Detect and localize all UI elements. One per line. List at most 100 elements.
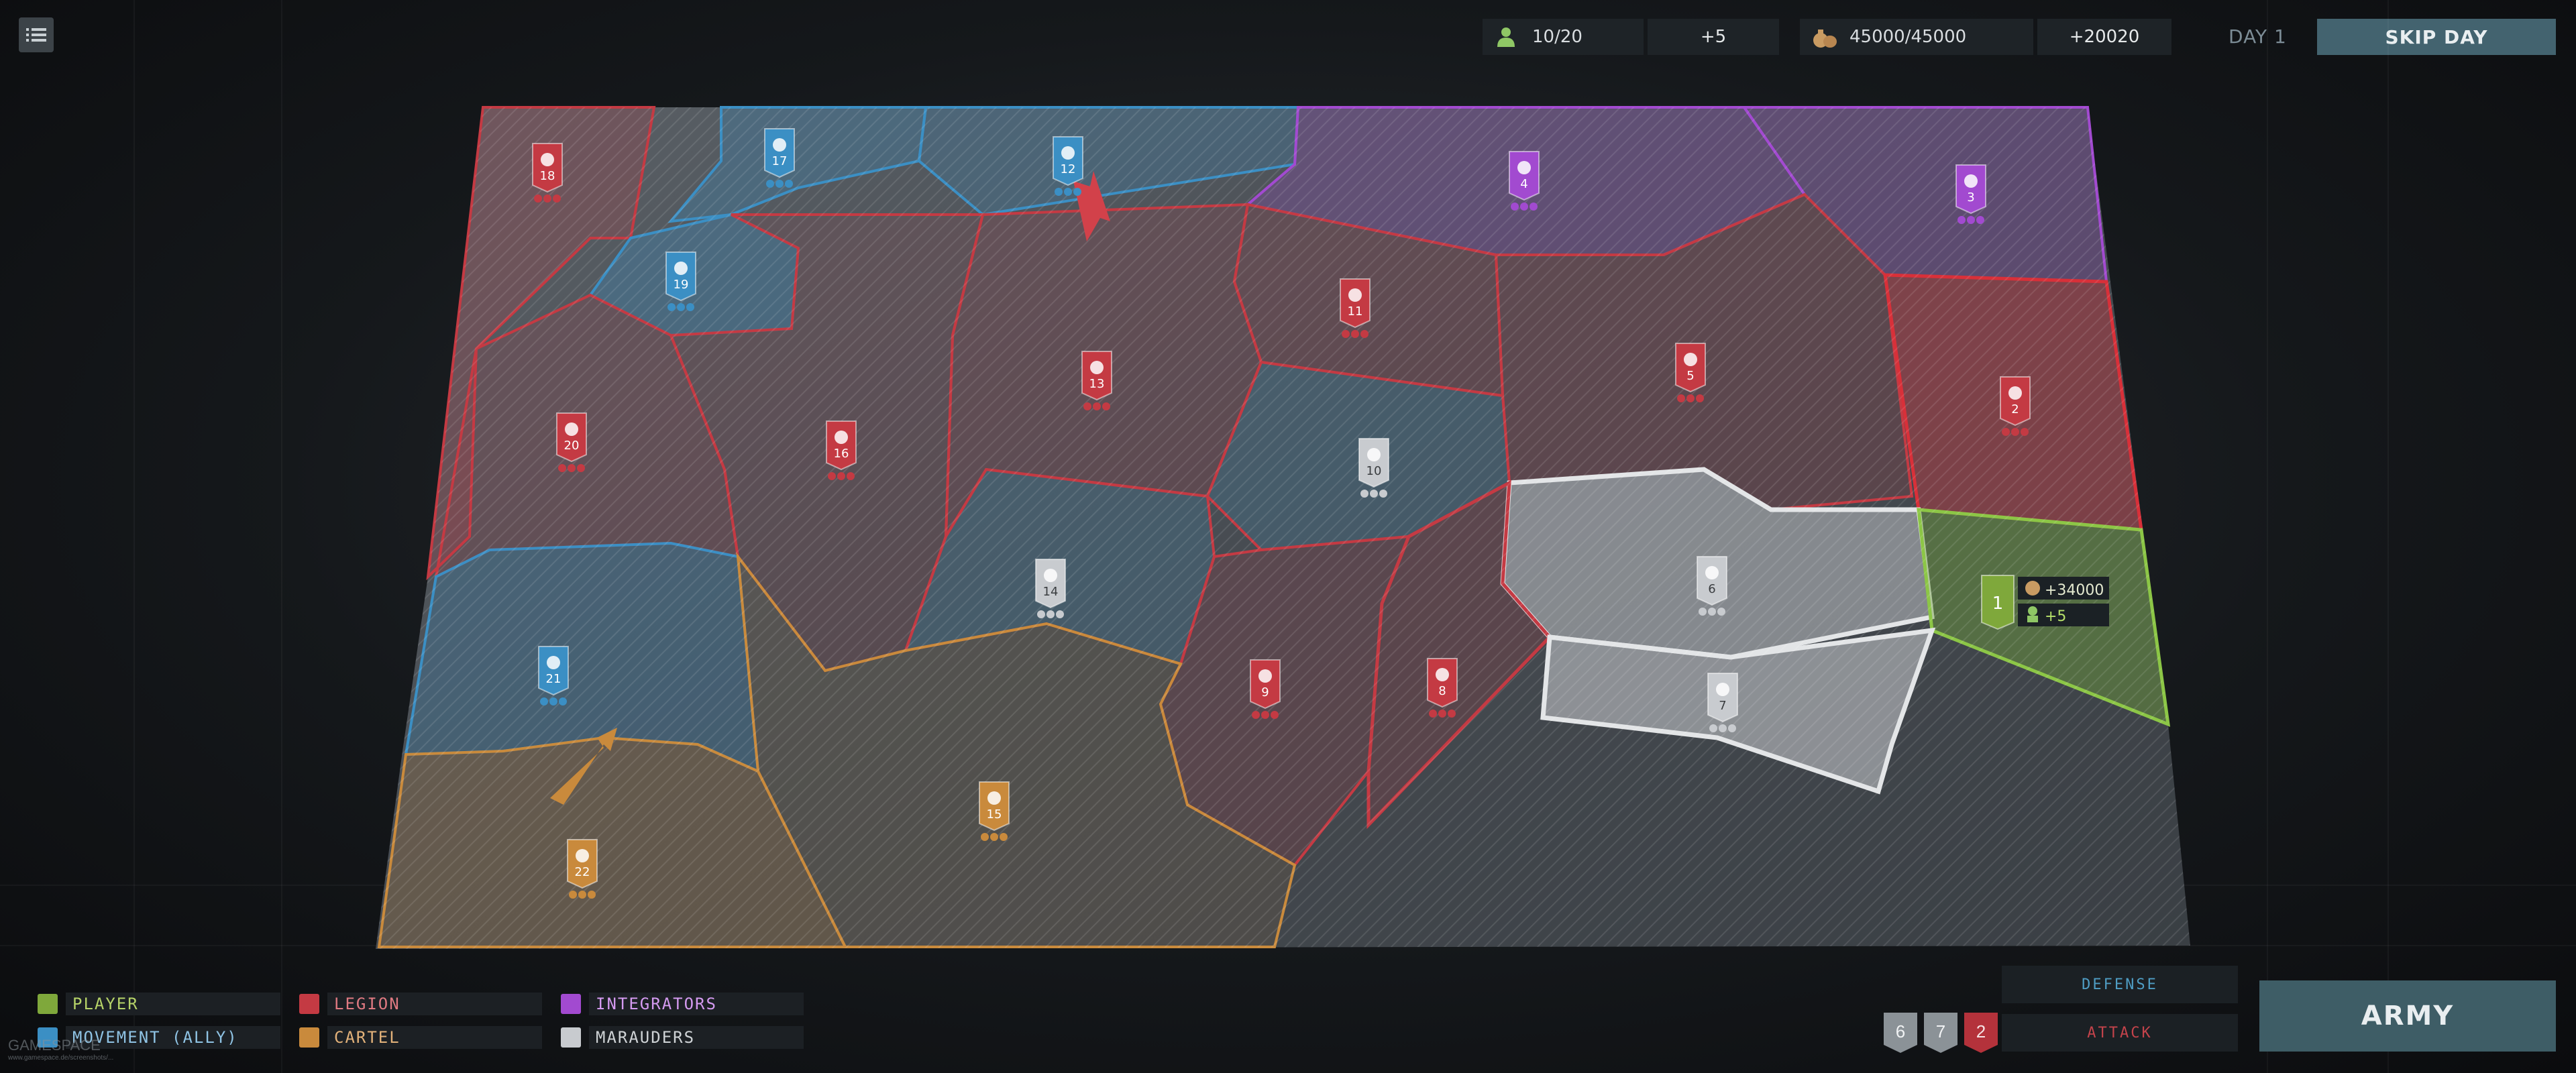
faction-banner-icon <box>1035 559 1066 609</box>
attack-card[interactable]: 6 <box>1884 1013 1917 1053</box>
cartel-emblem-icon <box>987 791 1001 805</box>
legend-player: PLAYER <box>38 993 280 1015</box>
attack-slot[interactable]: ATTACK <box>2002 1014 2238 1052</box>
region-number: 9 <box>1261 685 1269 699</box>
faction-banner-icon <box>2000 376 2031 427</box>
faction-banner-icon <box>826 420 857 471</box>
faction-banner-icon <box>532 143 563 193</box>
unit-pip <box>1073 188 1081 196</box>
legend-cartel: CARTEL <box>299 1026 542 1049</box>
unit-pip <box>1696 394 1704 402</box>
faction-banner-icon <box>556 412 587 463</box>
unit-pip <box>1529 203 1538 211</box>
unit-pip <box>568 464 576 472</box>
region-number: 2 <box>2011 402 2019 416</box>
legend-legion: LEGION <box>299 993 542 1015</box>
region-number: 17 <box>772 154 788 168</box>
movement-emblem-icon <box>674 262 688 275</box>
faction-banner-icon <box>1427 658 1458 708</box>
region-number: 15 <box>987 807 1002 822</box>
faction-banner-icon <box>1081 351 1112 401</box>
unit-pip <box>1717 608 1725 616</box>
faction-banner-icon <box>764 128 795 178</box>
unit-pip <box>1056 610 1064 618</box>
region-marker-1[interactable]: 1 <box>1981 575 2015 630</box>
region-number: 5 <box>1686 369 1694 383</box>
soldier-icon <box>2028 606 2037 616</box>
hood-icon <box>561 1027 581 1048</box>
unit-pip <box>540 697 548 705</box>
region-number: 3 <box>1967 190 1974 205</box>
unit-pip <box>558 464 566 472</box>
legion-emblem-icon <box>1258 669 1272 683</box>
unit-pip <box>785 180 793 188</box>
unit-pip <box>1967 216 1975 224</box>
region-number: 6 <box>1708 582 1715 596</box>
faction-banner-icon <box>665 251 696 302</box>
region-number: 4 <box>1520 177 1527 191</box>
unit-pip <box>1261 711 1269 719</box>
unit-pip <box>1728 724 1736 732</box>
faction-banner-icon <box>1955 164 1986 215</box>
unit-pip <box>559 697 567 705</box>
watermark-url: www.gamespace.de/screenshots/... <box>8 1054 114 1062</box>
unit-pip <box>990 833 998 841</box>
unit-pip <box>1342 330 1350 338</box>
unit-pip <box>1379 490 1387 498</box>
unit-pip <box>1686 394 1695 402</box>
unit-pip <box>1271 711 1279 719</box>
attack-card[interactable]: 7 <box>1924 1013 1957 1053</box>
region-number: 11 <box>1348 304 1363 319</box>
region-number: 22 <box>575 865 590 879</box>
unit-pip <box>1699 608 1707 616</box>
army-button[interactable]: ARMY <box>2259 980 2556 1052</box>
unit-pip <box>1360 330 1368 338</box>
unit-pip <box>2021 428 2029 436</box>
unit-pip <box>847 472 855 480</box>
unit-pip <box>1055 188 1063 196</box>
unit-pip <box>1000 833 1008 841</box>
marauders-emblem-icon <box>1716 683 1729 696</box>
faction-banner-icon <box>1509 151 1540 201</box>
region-number: 21 <box>546 672 561 686</box>
unit-pip <box>588 891 596 899</box>
unit-pip <box>1037 610 1045 618</box>
unit-pip <box>1976 216 1984 224</box>
unit-pip <box>1719 724 1727 732</box>
unit-pip <box>577 464 585 472</box>
legion-emblem-icon <box>1684 353 1697 366</box>
unit-pip <box>2002 428 2010 436</box>
region-number: 14 <box>1043 585 1059 599</box>
region-hatch <box>376 107 2190 949</box>
unit-pip <box>1677 394 1685 402</box>
marauders-emblem-icon <box>1367 448 1381 461</box>
legion-emblem-icon <box>2008 386 2022 400</box>
unit-pip <box>1093 402 1101 410</box>
unit-pip <box>2011 428 2019 436</box>
unit-pip <box>828 472 836 480</box>
territories <box>376 106 2190 949</box>
movement-emblem-icon <box>547 656 560 669</box>
watermark-brand: GAMESPACE <box>8 1037 101 1054</box>
player-units-gain: +5 <box>2045 608 2066 625</box>
skull-icon <box>299 994 319 1014</box>
marauders-emblem-icon <box>1044 569 1057 582</box>
faction-banner-icon <box>538 646 569 696</box>
unit-pip <box>677 303 685 311</box>
unit-pip <box>766 180 774 188</box>
attack-card[interactable]: 2 <box>1964 1013 1998 1053</box>
unit-pip <box>1448 710 1456 718</box>
defense-slot[interactable]: DEFENSE <box>2002 966 2238 1003</box>
faction-banner-icon <box>1250 659 1281 710</box>
region-number: 19 <box>674 278 689 292</box>
region-number: 13 <box>1089 377 1105 391</box>
unit-pip <box>1709 724 1717 732</box>
unit-pip <box>1708 608 1716 616</box>
unit-pip <box>569 891 577 899</box>
region-number: 8 <box>1438 684 1446 698</box>
unit-pip <box>1438 710 1446 718</box>
unit-pip <box>1046 610 1055 618</box>
player-money-gain: +34000 <box>2045 582 2104 599</box>
movement-emblem-icon <box>773 138 786 152</box>
legion-emblem-icon <box>541 153 554 166</box>
